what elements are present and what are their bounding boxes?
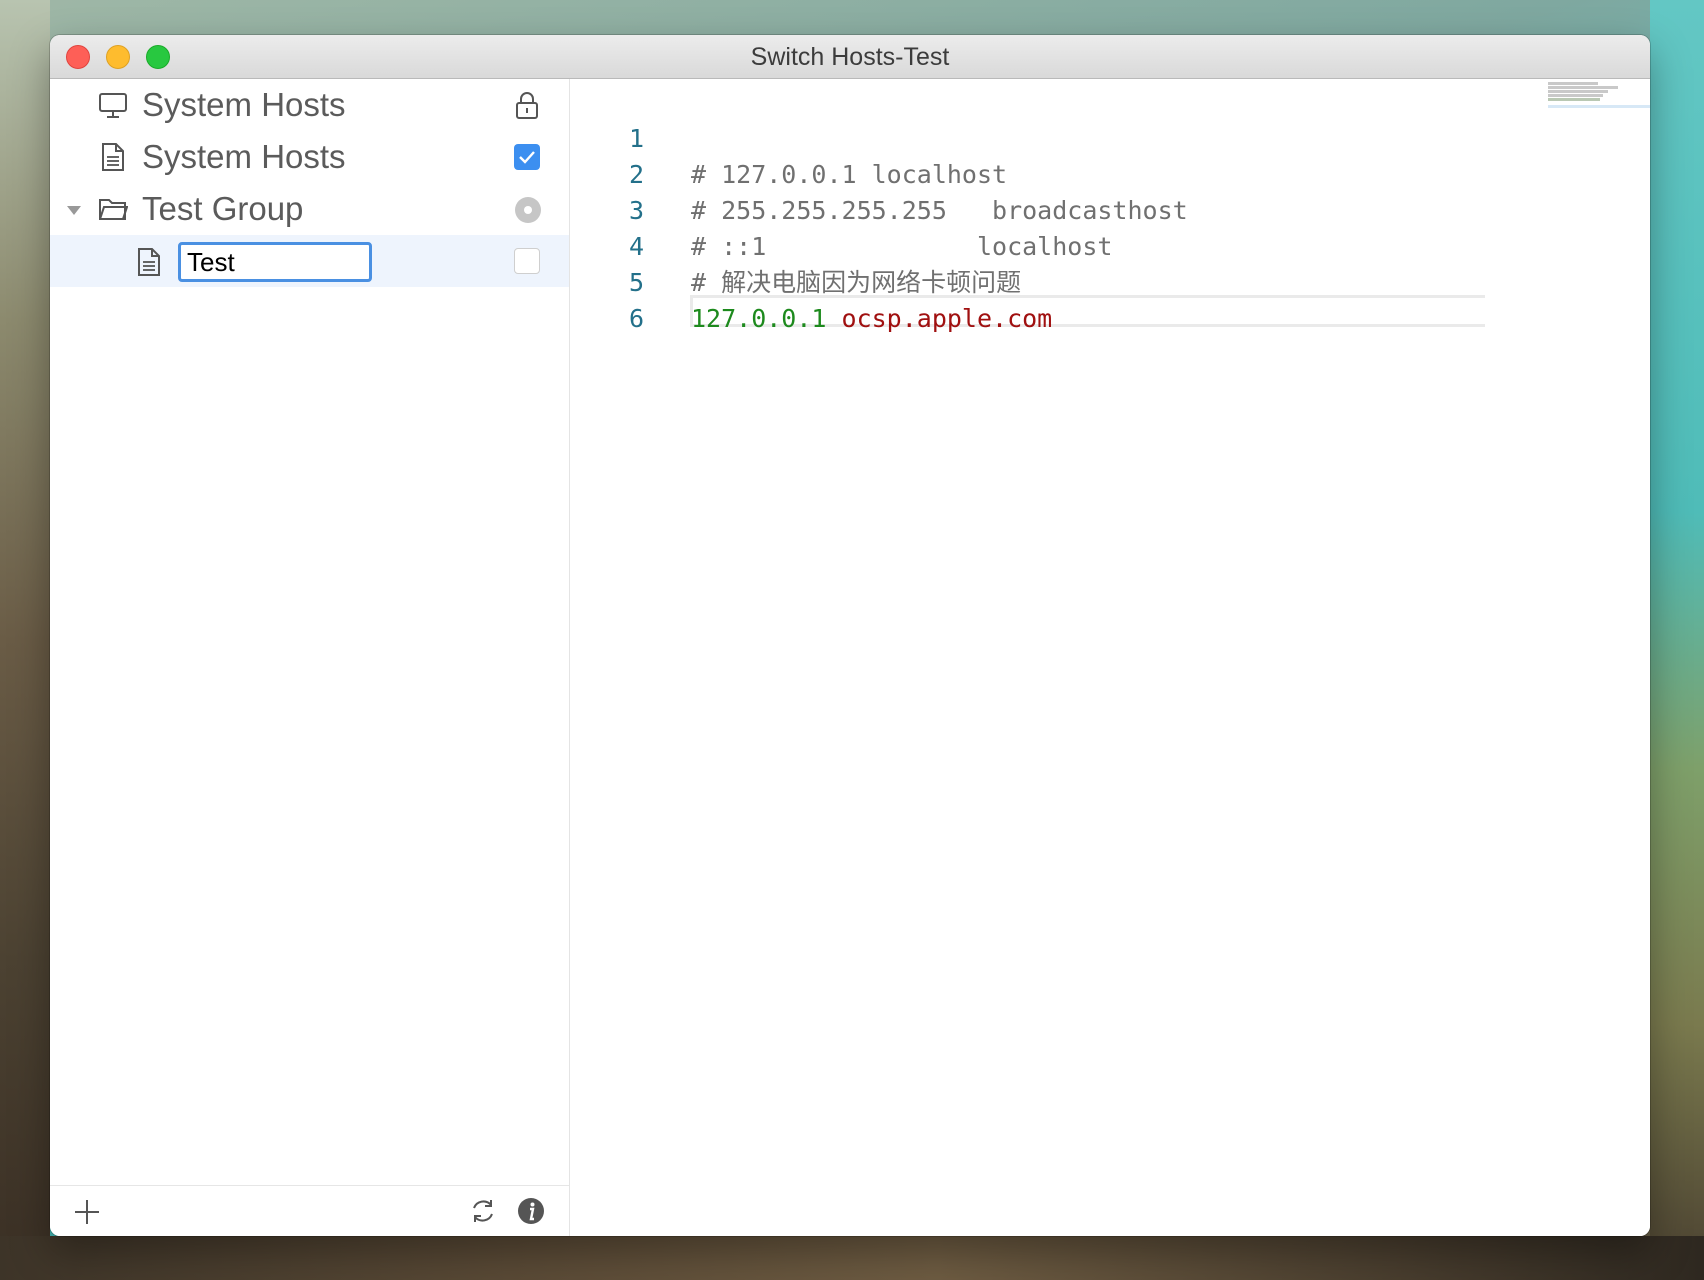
- desktop-background-left: [0, 0, 50, 1280]
- info-icon[interactable]: [517, 1197, 545, 1230]
- minimap[interactable]: [1548, 81, 1650, 108]
- desktop-background-bottom: [0, 1236, 1704, 1280]
- hosts-editor[interactable]: 1 # 127.0.0.1 localhost 2 # 255.255.255.…: [570, 79, 1650, 1236]
- window-title: Switch Hosts-Test: [750, 43, 950, 71]
- ip-address-text: 127.0.0.1: [691, 304, 827, 333]
- sidebar-item-label: Test Group: [142, 190, 304, 227]
- lock-icon: [514, 90, 540, 125]
- sidebar-item-label: System Hosts: [142, 138, 346, 175]
- document-icon: [100, 142, 126, 177]
- sidebar-item-system-hosts-backup[interactable]: System Hosts: [50, 131, 569, 183]
- sidebar-item-label: System Hosts: [142, 86, 346, 123]
- code-line[interactable]: 4 # 解决电脑因为网络卡顿问题: [570, 193, 1570, 297]
- enabled-checkbox[interactable]: [514, 144, 540, 170]
- plus-icon[interactable]: [74, 1199, 100, 1230]
- desktop-background-right: [1650, 0, 1704, 1280]
- sidebar-item-test[interactable]: [50, 235, 569, 287]
- code-line[interactable]: 1 # 127.0.0.1 localhost: [570, 85, 1570, 189]
- title-bar: Switch Hosts-Test: [50, 35, 1650, 79]
- code-line[interactable]: 2 # 255.255.255.255 broadcasthost: [570, 121, 1570, 225]
- radio-dot-icon[interactable]: [514, 196, 542, 229]
- refresh-icon[interactable]: [470, 1198, 496, 1229]
- disclosure-triangle-icon[interactable]: [67, 203, 81, 221]
- sidebar-item-system-hosts[interactable]: System Hosts: [50, 79, 569, 131]
- check-icon: [519, 151, 535, 164]
- line-number: 6: [628, 304, 644, 333]
- sidebar-footer: [50, 1185, 569, 1236]
- document-icon: [136, 247, 162, 282]
- code-line[interactable]: 6: [570, 265, 1570, 333]
- app-window: Switch Hosts-Test System Hosts System Ho…: [50, 35, 1650, 1236]
- code-line[interactable]: 5 127.0.0.1 ocsp.apple.com: [570, 229, 1570, 333]
- code-line[interactable]: 3 # ::1 localhost: [570, 157, 1570, 261]
- hostname-text: ocsp.apple.com: [826, 304, 1053, 333]
- folder-icon: [98, 195, 129, 228]
- sidebar-item-test-group[interactable]: Test Group: [50, 183, 569, 235]
- monitor-icon: [98, 92, 128, 125]
- rename-input[interactable]: [178, 242, 372, 282]
- hosts-sidebar: System Hosts System Hosts Test Group Tes…: [50, 79, 570, 1236]
- enabled-checkbox[interactable]: [514, 248, 540, 274]
